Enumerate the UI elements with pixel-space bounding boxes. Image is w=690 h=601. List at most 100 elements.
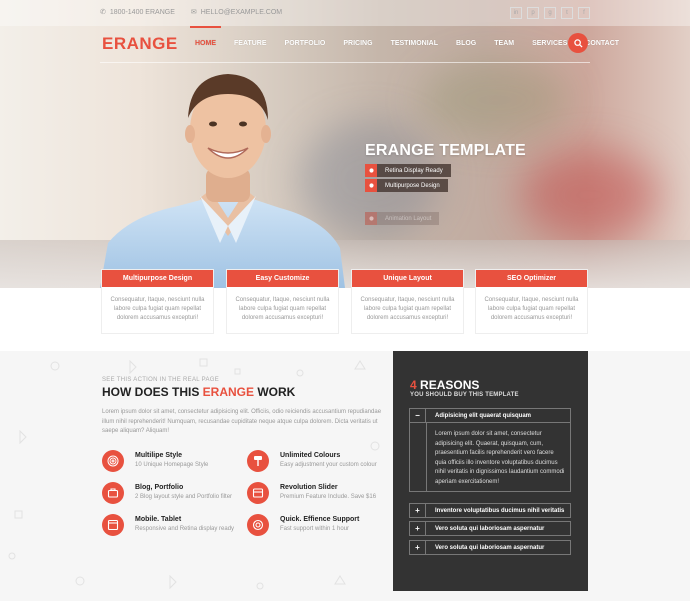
service-title: Multilipe Style: [135, 452, 183, 459]
accordion-item[interactable]: + Inventore voluptatibus ducimus nihil v…: [409, 503, 571, 518]
feature-bullet-icon: [365, 212, 377, 225]
accordion-label: Inventore voluptatibus ducimus nihil ver…: [435, 507, 565, 514]
linkedin-icon[interactable]: in: [510, 7, 522, 19]
reasons-subtitle: YOU SHOULD BUY THIS TEMPLATE: [410, 392, 519, 398]
nav-item-portfolio[interactable]: PORTFOLIO: [276, 40, 335, 47]
card-title: Easy Customize: [227, 270, 338, 287]
pinterest-icon[interactable]: p: [527, 7, 539, 19]
accordion-item[interactable]: + Vero soluta qui laboriosam aspernatur: [409, 521, 571, 536]
hero-title: ERANGE TEMPLATE: [365, 142, 526, 159]
service-item: Quick. Effience Support Fast support wit…: [247, 514, 387, 540]
service-sub: Easy adjustment your custom colour: [280, 462, 377, 468]
card-title: SEO Optimizer: [476, 270, 587, 287]
service-sub: 10 Unique Homepage Style: [135, 462, 209, 468]
service-sub: Responsive and Retina display ready: [135, 526, 235, 532]
mail-icon: ✉: [190, 9, 197, 16]
paint-roller-icon: [247, 450, 269, 472]
card-title: Multipurpose Design: [102, 270, 213, 287]
card-text: Consequatur, Itaque, nesciunt nulla labo…: [360, 297, 455, 321]
accordion-item[interactable]: + Vero soluta qui laboriosam aspernatur: [409, 540, 571, 555]
card-text: Consequatur, Itaque, nesciunt nulla labo…: [484, 297, 579, 321]
facebook-icon[interactable]: f: [578, 7, 590, 19]
accordion-divider: [426, 422, 427, 492]
service-title: Revolution Slider: [280, 484, 338, 491]
title-part: HOW DOES THIS: [102, 385, 203, 399]
email-text: HELLO@EXAMPLE.COM: [200, 8, 283, 16]
feature-bullet-icon: [365, 164, 377, 177]
accordion-text: Lorem ipsum dolor sit amet, consectetur …: [435, 431, 565, 485]
section-intro: Lorem ipsum dolor sit amet, consectetur …: [102, 409, 382, 434]
accordion-label: Adipisicing elit quaerat quisquam: [435, 412, 532, 419]
reasons-count: 4: [410, 378, 417, 392]
feature-bullet-icon: [365, 179, 377, 192]
accordion-body: Lorem ipsum dolor sit amet, consectetur …: [409, 422, 571, 492]
support-icon: [247, 514, 269, 536]
hero-feature-1: Retina Display Ready: [365, 164, 451, 177]
service-item: Mobile. Tablet Responsive and Retina dis…: [102, 514, 242, 540]
service-item: Blog, Portfolio 2 Blog layout style and …: [102, 482, 242, 508]
service-sub: 2 Blog layout style and Portfolio filter: [135, 494, 233, 500]
nav-item-blog[interactable]: BLOG: [447, 40, 485, 47]
service-sub: Fast support within 1 hour: [280, 526, 350, 532]
hero-person-image: [100, 74, 345, 288]
reasons-title: 4 REASONS: [410, 378, 479, 392]
plus-icon[interactable]: +: [410, 522, 426, 535]
service-sub: Premium Feature Include. Save $16: [280, 494, 377, 500]
phone-icon: ✆: [100, 9, 106, 16]
google-plus-icon[interactable]: g: [544, 7, 556, 19]
hero-feature-3: Animation Layout: [365, 212, 440, 225]
feature-label: Multipurpose Design: [385, 182, 440, 189]
phone-contact[interactable]: ✆ 1800-1400 ERANGE: [100, 8, 175, 17]
feature-card[interactable]: Multipurpose Design Consequatur, Itaque,…: [101, 269, 214, 334]
twitter-icon[interactable]: t: [561, 7, 573, 19]
service-item: Multilipe Style 10 Unique Homepage Style: [102, 450, 242, 476]
fingerprint-icon: [102, 450, 124, 472]
hero-blur-green: [420, 60, 570, 140]
reasons-title-text: REASONS: [420, 378, 480, 392]
title-part: WORK: [254, 385, 296, 399]
nav-divider: [100, 62, 590, 63]
top-bar: ✆ 1800-1400 ERANGE ✉ HELLO@EXAMPLE.COM in …: [0, 0, 690, 26]
nav-item-pricing[interactable]: PRICING: [334, 40, 381, 47]
service-title: Blog, Portfolio: [135, 484, 184, 491]
section-eyebrow: SEE THIS ACTION IN THE REAL PAGE: [102, 377, 220, 383]
social-links: in p g t f: [510, 7, 590, 19]
briefcase-icon: [102, 482, 124, 504]
phone-text: 1800-1400 ERANGE: [109, 8, 175, 16]
slider-icon: [247, 482, 269, 504]
nav-item-team[interactable]: TEAM: [485, 40, 523, 47]
plus-icon[interactable]: +: [410, 541, 426, 554]
nav-item-testimonial[interactable]: TESTIMONIAL: [382, 40, 447, 47]
title-accent: ERANGE: [202, 385, 255, 399]
browser-icon: [102, 514, 124, 536]
card-title: Unique Layout: [352, 270, 463, 287]
card-text: Consequatur, Itaque, nesciunt nulla labo…: [110, 297, 205, 321]
nav-menu: HOME FEATURE PORTFOLIO PRICING TESTIMONI…: [186, 26, 628, 47]
feature-card[interactable]: SEO Optimizer Consequatur, Itaque, nesci…: [475, 269, 588, 334]
main-nav: ERANGE HOME FEATURE PORTFOLIO PRICING TE…: [0, 26, 690, 62]
nav-item-feature[interactable]: FEATURE: [225, 40, 276, 47]
nav-item-home[interactable]: HOME: [186, 26, 225, 47]
minus-icon[interactable]: −: [410, 409, 426, 422]
service-title: Unlimited Colours: [280, 452, 341, 459]
service-title: Mobile. Tablet: [135, 516, 182, 523]
email-contact[interactable]: ✉ HELLO@EXAMPLE.COM: [190, 8, 283, 17]
hero-blur-red: [520, 150, 660, 240]
service-item: Revolution Slider Premium Feature Includ…: [247, 482, 387, 508]
feature-card[interactable]: Unique Layout Consequatur, Itaque, nesci…: [351, 269, 464, 334]
feature-card[interactable]: Easy Customize Consequatur, Itaque, nesc…: [226, 269, 339, 334]
accordion-label: Vero soluta qui laboriosam aspernatur: [435, 544, 545, 551]
feature-label: Animation Layout: [385, 215, 432, 222]
card-text: Consequatur, Itaque, nesciunt nulla labo…: [235, 297, 330, 321]
accordion-item-open[interactable]: − Adipisicing elit quaerat quisquam: [409, 408, 571, 423]
search-icon: [573, 38, 583, 48]
accordion-label: Vero soluta qui laboriosam aspernatur: [435, 525, 545, 532]
service-item: Unlimited Colours Easy adjustment your c…: [247, 450, 387, 476]
site-logo[interactable]: ERANGE: [102, 34, 178, 54]
search-button[interactable]: [568, 33, 588, 53]
service-title: Quick. Effience Support: [280, 516, 360, 523]
feature-label: Retina Display Ready: [385, 167, 443, 174]
plus-icon[interactable]: +: [410, 504, 426, 517]
hero-feature-2: Multipurpose Design: [365, 179, 448, 192]
top-contact: ✆ 1800-1400 ERANGE ✉ HELLO@EXAMPLE.COM: [100, 8, 283, 17]
